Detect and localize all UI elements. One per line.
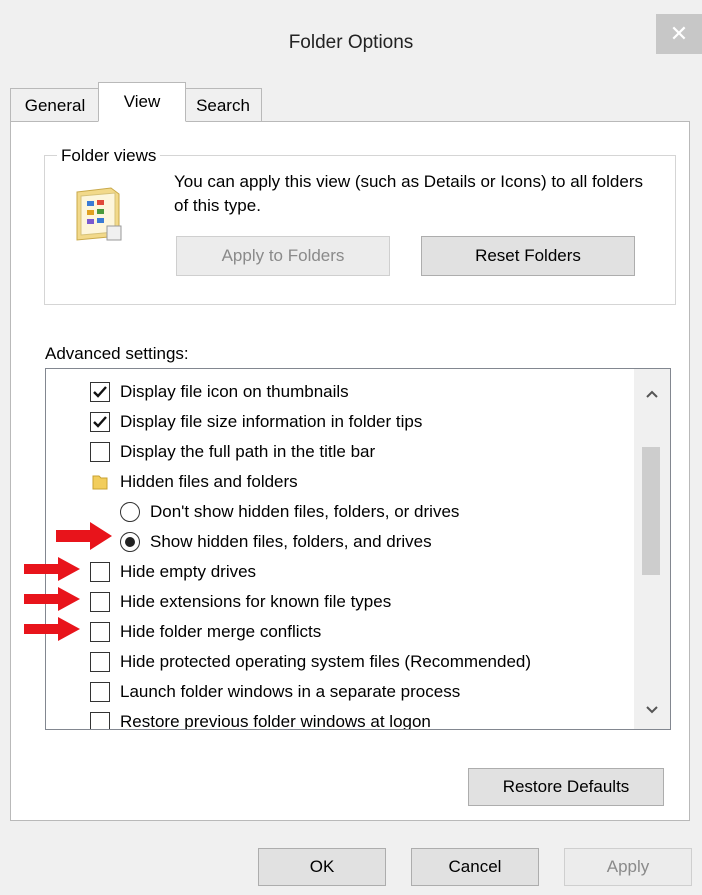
- list-item-label: Hide empty drives: [120, 562, 257, 581]
- list-item[interactable]: Hide empty drives: [90, 557, 256, 587]
- list-item[interactable]: Display file icon on thumbnails: [90, 377, 349, 407]
- checkmark-icon: [93, 416, 107, 428]
- checkbox-checked[interactable]: [90, 382, 110, 402]
- list-item-label: Restore previous folder windows at logon: [120, 712, 431, 730]
- window-title: Folder Options: [288, 32, 414, 53]
- red-arrow-icon: [56, 522, 112, 550]
- list-item-label: Hide folder merge conflicts: [120, 622, 322, 641]
- radio-unselected[interactable]: [120, 502, 140, 522]
- checkbox-checked[interactable]: [90, 412, 110, 432]
- checkbox-unchecked[interactable]: [90, 682, 110, 702]
- red-arrow-icon: [24, 557, 80, 581]
- advanced-settings-label: Advanced settings:: [45, 344, 189, 363]
- cancel-button[interactable]: Cancel: [411, 848, 539, 886]
- close-icon: ✕: [669, 21, 689, 46]
- advanced-settings-list[interactable]: Display file icon on thumbnails Display …: [45, 368, 671, 730]
- checkbox-unchecked[interactable]: [90, 712, 110, 729]
- apply-to-folders-button[interactable]: Apply to Folders: [176, 236, 390, 276]
- restore-defaults-button[interactable]: Restore Defaults: [468, 768, 664, 806]
- list-item-folder: Hidden files and folders: [90, 467, 298, 497]
- title-bar: Folder Options ✕: [0, 0, 702, 82]
- red-arrow-icon: [24, 587, 80, 611]
- tab-view[interactable]: View: [98, 82, 186, 122]
- scroll-thumb[interactable]: [642, 447, 660, 575]
- apply-button[interactable]: Apply: [564, 848, 692, 886]
- checkbox-unchecked[interactable]: [90, 622, 110, 642]
- tab-search[interactable]: Search: [184, 88, 262, 122]
- scroll-up-arrow[interactable]: [634, 379, 670, 409]
- list-item[interactable]: Don't show hidden files, folders, or dri…: [120, 497, 459, 527]
- checkbox-unchecked[interactable]: [90, 442, 110, 462]
- checkbox-unchecked[interactable]: [90, 592, 110, 612]
- chevron-down-icon: [646, 706, 658, 714]
- list-item-label: Hidden files and folders: [120, 472, 298, 491]
- list-item-label: Hide extensions for known file types: [120, 592, 392, 611]
- ok-button[interactable]: OK: [258, 848, 386, 886]
- view-tab-panel: Folder views You can apply this view (su…: [10, 121, 690, 821]
- list-item-label: Launch folder windows in a separate proc…: [120, 682, 461, 701]
- list-item-label: Display file icon on thumbnails: [120, 382, 349, 401]
- list-item[interactable]: Display the full path in the title bar: [90, 437, 375, 467]
- folder-views-description: You can apply this view (such as Details…: [174, 172, 643, 215]
- list-item[interactable]: Hide folder merge conflicts: [90, 617, 321, 647]
- list-item-label: Display the full path in the title bar: [120, 442, 376, 461]
- checkbox-unchecked[interactable]: [90, 652, 110, 672]
- folder-icon: [92, 475, 108, 490]
- checkmark-icon: [93, 386, 107, 398]
- folder-view-icon: [76, 187, 122, 241]
- scroll-down-arrow[interactable]: [634, 695, 670, 725]
- list-item[interactable]: Restore previous folder windows at logon: [90, 707, 431, 730]
- reset-folders-button[interactable]: Reset Folders: [421, 236, 635, 276]
- list-item-label: Hide protected operating system files (R…: [120, 652, 532, 671]
- list-item[interactable]: Hide protected operating system files (R…: [90, 647, 531, 677]
- radio-selected[interactable]: [120, 532, 140, 552]
- list-item[interactable]: Display file size information in folder …: [90, 407, 422, 437]
- list-item[interactable]: Hide extensions for known file types: [90, 587, 391, 617]
- list-item[interactable]: Launch folder windows in a separate proc…: [90, 677, 460, 707]
- checkbox-unchecked[interactable]: [90, 562, 110, 582]
- red-arrow-icon: [24, 617, 80, 641]
- chevron-up-icon: [646, 390, 658, 398]
- tab-general[interactable]: General: [10, 88, 100, 122]
- folder-views-label: Folder views: [57, 146, 161, 166]
- vertical-scrollbar[interactable]: [634, 369, 670, 729]
- close-button[interactable]: ✕: [656, 14, 702, 54]
- list-item[interactable]: Show hidden files, folders, and drives: [120, 527, 432, 557]
- list-item-label: Display file size information in folder …: [120, 412, 423, 431]
- list-item-label: Show hidden files, folders, and drives: [150, 532, 432, 551]
- list-item-label: Don't show hidden files, folders, or dri…: [150, 502, 460, 521]
